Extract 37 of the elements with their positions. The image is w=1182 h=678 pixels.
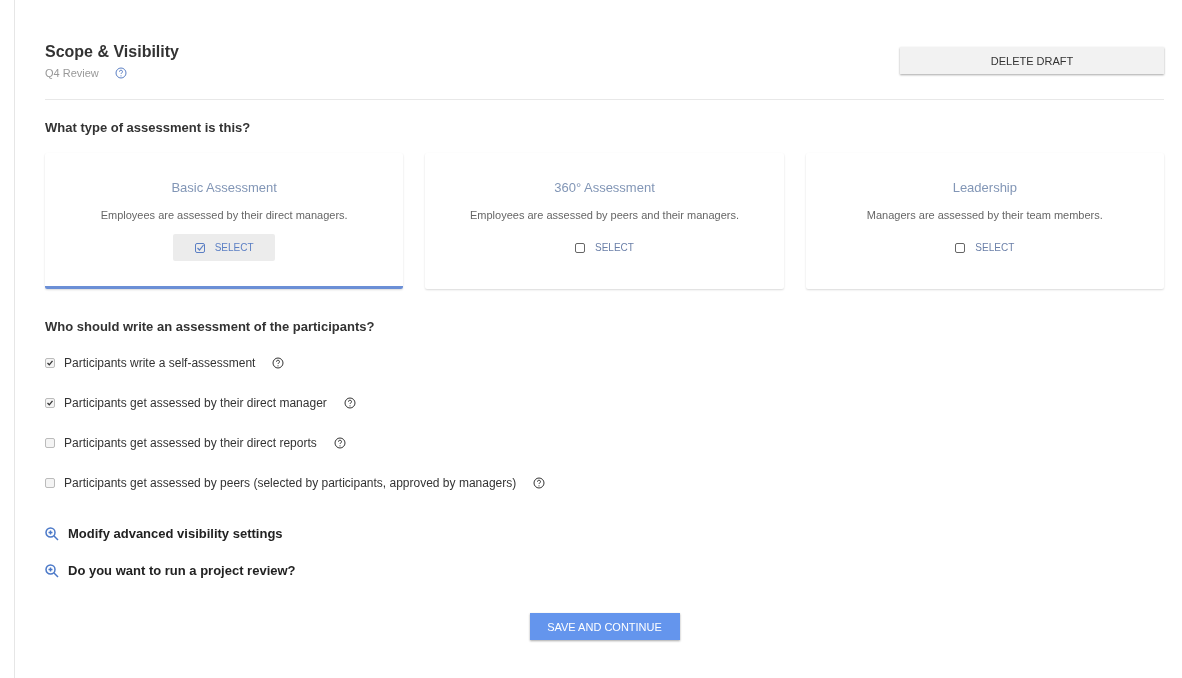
zoom-in-icon[interactable] [45, 563, 59, 578]
select-button[interactable]: SELECT [173, 234, 276, 261]
help-icon[interactable] [533, 477, 546, 489]
help-icon[interactable] [333, 437, 346, 449]
card-description: Managers are assessed by their team members. [866, 209, 1103, 221]
help-icon[interactable] [272, 357, 285, 369]
section-question: Who should write an assessment of the participants? [45, 319, 376, 334]
empty-box-icon [955, 242, 966, 253]
checked-box-icon [194, 242, 205, 253]
checkbox[interactable] [45, 478, 55, 488]
delete-draft-button[interactable]: DELETE DRAFT [900, 47, 1164, 74]
checkbox-label: Participants get assessed by peers (selected by participants, approved by managers) [64, 476, 517, 490]
checkbox[interactable] [45, 438, 55, 448]
card-title: Basic Assessment [171, 180, 277, 195]
empty-box-icon [575, 242, 586, 253]
section-question: What type of assessment is this? [45, 120, 252, 135]
expandable-section-title[interactable]: Do you want to run a project review? [68, 563, 296, 578]
checkbox[interactable] [45, 358, 55, 368]
page-title: Scope & Visibility [45, 43, 179, 61]
card-description: Employees are assessed by peers and their managers. [469, 209, 739, 221]
card-title: 360° Assessment [554, 180, 655, 195]
help-icon[interactable] [343, 397, 356, 409]
zoom-in-icon[interactable] [45, 526, 59, 541]
checkbox[interactable] [45, 398, 55, 408]
checkbox-label: Participants get assessed by their direct manager [64, 396, 327, 410]
page-subtitle: Q4 Review [45, 67, 99, 79]
select-button[interactable]: SELECT [933, 234, 1036, 261]
checkbox-label: Participants write a self-assessment [64, 356, 256, 370]
assessment-card[interactable]: Basic Assessment Employees are assessed by their direct managers. SELECT [45, 153, 404, 289]
help-icon[interactable] [114, 67, 127, 79]
assessment-card[interactable]: Leadership Managers are assessed by their team members. SELECT [805, 153, 1164, 289]
assessment-card[interactable]: 360° Assessment Employees are assessed by peers and their managers. SELECT [425, 153, 784, 289]
expandable-section-title[interactable]: Modify advanced visibility settings [68, 526, 283, 541]
card-description: Employees are assessed by their direct managers. [100, 209, 348, 221]
card-title: Leadership [952, 180, 1017, 195]
checkbox-label: Participants get assessed by their direct reports [64, 436, 317, 450]
select-button[interactable]: SELECT [553, 234, 656, 261]
